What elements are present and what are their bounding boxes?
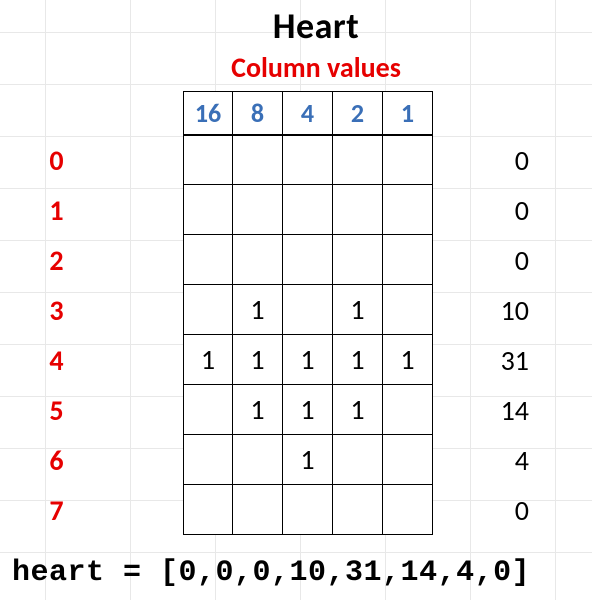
column-header: 4 xyxy=(283,91,333,135)
grid-cell: 1 xyxy=(233,385,283,435)
grid-cell xyxy=(233,135,283,185)
subtitle: Column values xyxy=(40,50,592,85)
row-label: 0 xyxy=(0,143,183,178)
row-label: 3 xyxy=(0,293,183,328)
grid-cell xyxy=(183,235,233,285)
grid-cell xyxy=(283,285,333,335)
grid-cell xyxy=(383,235,433,285)
grid-cell xyxy=(183,185,233,235)
grid-cell xyxy=(283,235,333,285)
row-label: 1 xyxy=(0,193,183,228)
grid-cell xyxy=(383,435,433,485)
grid-cell xyxy=(283,135,333,185)
grid-cell xyxy=(283,185,333,235)
grid-cell xyxy=(233,185,283,235)
table-row: 0 0 xyxy=(0,135,592,185)
row-label: 2 xyxy=(0,243,183,278)
row-label: 7 xyxy=(0,493,183,528)
grid-cell xyxy=(183,385,233,435)
column-header: 8 xyxy=(233,91,283,135)
title: Heart xyxy=(40,4,592,48)
table-row: 2 0 xyxy=(0,235,592,285)
grid-cell xyxy=(333,135,383,185)
grid-cell: 1 xyxy=(333,335,383,385)
row-sum: 31 xyxy=(433,343,553,378)
row-sum: 4 xyxy=(433,443,553,478)
row-sum: 10 xyxy=(433,293,553,328)
table-row: 6 1 4 xyxy=(0,435,592,485)
row-sum: 14 xyxy=(433,393,553,428)
row-label: 4 xyxy=(0,343,183,378)
column-header: 2 xyxy=(333,91,383,135)
grid-cell xyxy=(283,485,333,535)
grid-cell xyxy=(183,435,233,485)
grid-cell xyxy=(383,135,433,185)
code-line: heart = [0,0,0,10,31,14,4,0] xyxy=(0,556,592,590)
grid-cell xyxy=(183,485,233,535)
table-row: 3 1 1 10 xyxy=(0,285,592,335)
row-label: 6 xyxy=(0,443,183,478)
grid-cell: 1 xyxy=(333,285,383,335)
grid-cell xyxy=(333,235,383,285)
table-row: 1 0 xyxy=(0,185,592,235)
grid-cell xyxy=(383,285,433,335)
grid-cell: 1 xyxy=(183,335,233,385)
row-sum: 0 xyxy=(433,243,553,278)
grid-cell xyxy=(333,435,383,485)
column-header: 16 xyxy=(183,91,233,135)
row-sum: 0 xyxy=(433,143,553,178)
column-header: 1 xyxy=(383,91,433,135)
grid-cell xyxy=(183,135,233,185)
grid-cell xyxy=(383,385,433,435)
grid-cell xyxy=(233,485,283,535)
table-row: 5 1 1 1 14 xyxy=(0,385,592,435)
grid-cell: 1 xyxy=(233,285,283,335)
table-body: 0 0 1 0 xyxy=(0,135,592,535)
grid-cell xyxy=(233,435,283,485)
grid-cell: 1 xyxy=(283,435,333,485)
grid-cell xyxy=(333,485,383,535)
grid-cell xyxy=(183,285,233,335)
column-headers: 16 8 4 2 1 xyxy=(183,91,592,135)
grid-cell: 1 xyxy=(233,335,283,385)
table-row: 7 0 xyxy=(0,485,592,535)
row-label: 5 xyxy=(0,393,183,428)
grid-cell xyxy=(333,185,383,235)
row-sum: 0 xyxy=(433,493,553,528)
table-row: 4 1 1 1 1 1 31 xyxy=(0,335,592,385)
grid-cell: 1 xyxy=(283,335,333,385)
grid-cell xyxy=(383,185,433,235)
grid-cell: 1 xyxy=(333,385,383,435)
grid-cell: 1 xyxy=(283,385,333,435)
grid-cell: 1 xyxy=(383,335,433,385)
grid-cell xyxy=(383,485,433,535)
row-sum: 0 xyxy=(433,193,553,228)
grid-cell xyxy=(233,235,283,285)
